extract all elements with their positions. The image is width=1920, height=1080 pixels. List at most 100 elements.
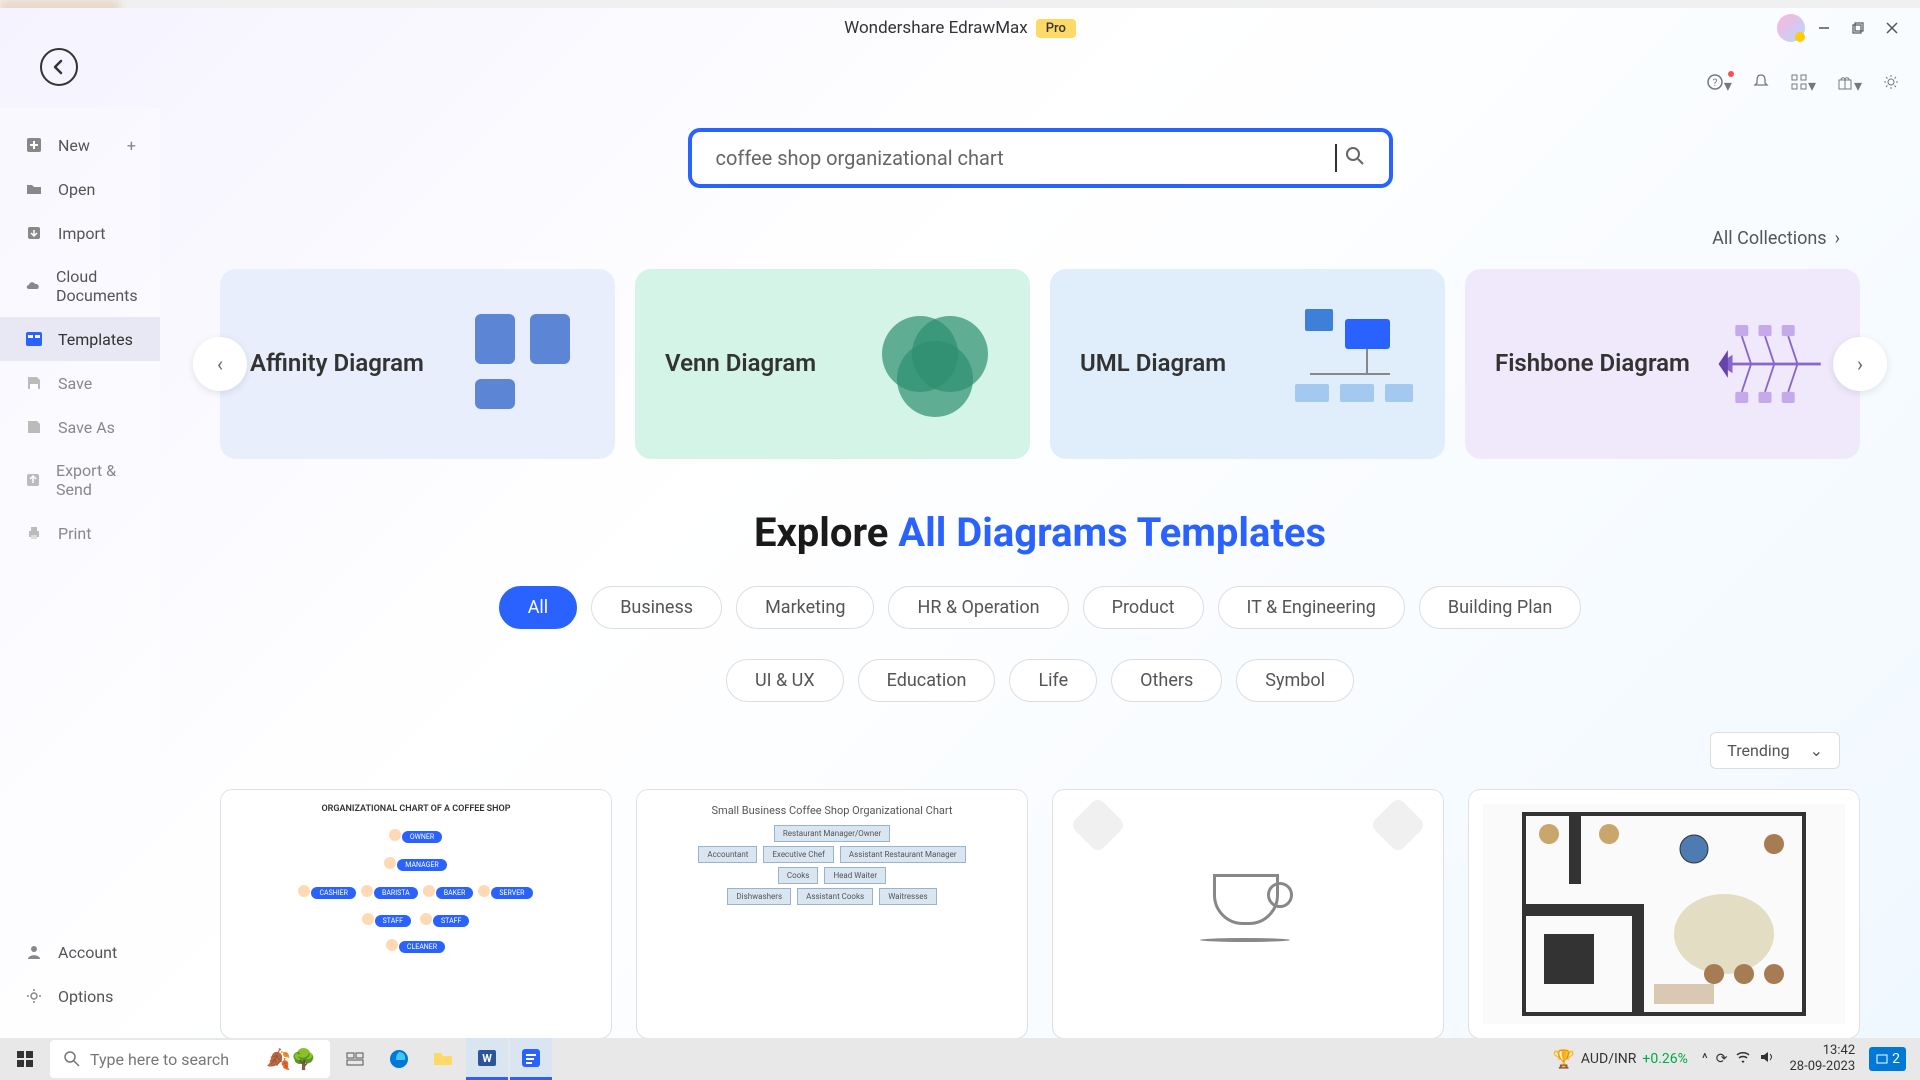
volume-icon[interactable]: [1759, 1049, 1775, 1069]
explorer-icon[interactable]: [422, 1038, 464, 1080]
sidebar-item-export[interactable]: Export & Send: [0, 449, 160, 511]
category-carousel: ‹ Affinity Diagram Venn Diagram UML Diag…: [220, 269, 1860, 459]
edrawmax-icon[interactable]: [510, 1038, 552, 1080]
task-view-icon[interactable]: [334, 1038, 376, 1080]
user-icon: [24, 942, 44, 962]
word-icon[interactable]: W: [466, 1038, 508, 1080]
template-card[interactable]: Small Business Coffee Shop Organizationa…: [636, 789, 1028, 1038]
main-content: All Collections ‹ Affinity Diagram Venn …: [160, 108, 1920, 1038]
currency-widget[interactable]: 🏆 AUD/INR +0.26%: [1552, 1049, 1687, 1070]
sidebar-item-label: Save: [58, 374, 92, 393]
sort-dropdown[interactable]: Trending ⌄: [1710, 732, 1840, 769]
carousel-next-button[interactable]: ›: [1833, 337, 1887, 391]
sidebar-item-new[interactable]: New +: [0, 123, 160, 167]
filter-chip-business[interactable]: Business: [591, 586, 722, 629]
filter-row: All Business Marketing HR & Operation Pr…: [220, 586, 1860, 629]
carousel-prev-button[interactable]: ‹: [193, 337, 247, 391]
settings-icon[interactable]: [1882, 73, 1900, 95]
filter-chip-all[interactable]: All: [499, 586, 578, 629]
template-card[interactable]: ORGANIZATIONAL CHART OF A COFFEE SHOP OW…: [220, 789, 612, 1038]
apps-icon[interactable]: ▾: [1790, 73, 1816, 95]
filter-chip-product[interactable]: Product: [1083, 586, 1204, 629]
venn-icon: [870, 299, 1000, 429]
sidebar-item-cloud[interactable]: Cloud Documents: [0, 255, 160, 317]
back-button[interactable]: [40, 48, 78, 86]
sidebar-item-label: Save As: [58, 418, 115, 437]
folder-icon: [24, 179, 44, 199]
filter-chip-hr[interactable]: HR & Operation: [888, 586, 1068, 629]
floor-plan-preview: [1483, 804, 1845, 1024]
svg-text:?: ?: [1713, 78, 1718, 89]
template-card[interactable]: Coffee Shop Layout 👁 98 ♡ 9 ⬇ 44: [1468, 789, 1860, 1038]
start-button[interactable]: [4, 1038, 46, 1080]
gift-icon[interactable]: ▾: [1836, 73, 1862, 95]
sync-icon[interactable]: ⟳: [1716, 1051, 1728, 1067]
sidebar-item-options[interactable]: Options: [0, 974, 160, 1018]
category-card-uml[interactable]: UML Diagram: [1050, 269, 1445, 459]
cloud-icon: [24, 276, 42, 296]
category-card-venn[interactable]: Venn Diagram: [635, 269, 1030, 459]
sidebar: New + Open Import Cloud Documents Templa…: [0, 108, 160, 1038]
avatar[interactable]: [1777, 14, 1805, 42]
sidebar-item-save[interactable]: Save: [0, 361, 160, 405]
category-card-fishbone[interactable]: Fishbone Diagram: [1465, 269, 1860, 459]
sidebar-item-print[interactable]: Print: [0, 511, 160, 555]
template-card[interactable]: [1052, 789, 1444, 1038]
filter-chip-it[interactable]: IT & Engineering: [1218, 586, 1405, 629]
pro-badge: Pro: [1036, 19, 1076, 38]
notifications-button[interactable]: 2: [1869, 1047, 1906, 1071]
import-icon: [24, 223, 44, 243]
filter-chip-marketing[interactable]: Marketing: [736, 586, 874, 629]
close-button[interactable]: [1884, 20, 1900, 36]
category-label: Venn Diagram: [665, 348, 816, 379]
filter-chip-others[interactable]: Others: [1111, 659, 1222, 702]
category-label: Fishbone Diagram: [1495, 348, 1690, 379]
filter-chip-education[interactable]: Education: [858, 659, 996, 702]
search-box[interactable]: [688, 128, 1393, 188]
sidebar-item-import[interactable]: Import: [0, 211, 160, 255]
filter-chip-life[interactable]: Life: [1009, 659, 1097, 702]
sidebar-item-open[interactable]: Open: [0, 167, 160, 211]
filter-chip-building[interactable]: Building Plan: [1419, 586, 1581, 629]
category-label: Affinity Diagram: [250, 348, 424, 379]
sidebar-item-account[interactable]: Account: [0, 930, 160, 974]
sidebar-item-label: Import: [58, 224, 106, 243]
secondary-toolbar: ?▾ ▾ ▾: [1706, 73, 1900, 95]
save-as-icon: [24, 417, 44, 437]
search-input[interactable]: [716, 146, 1327, 170]
sidebar-item-save-as[interactable]: Save As: [0, 405, 160, 449]
affinity-icon: [455, 299, 585, 429]
uml-icon: [1285, 299, 1415, 429]
plus-square-icon: [24, 135, 44, 155]
sidebar-item-templates[interactable]: Templates: [0, 317, 160, 361]
all-collections-link[interactable]: All Collections: [220, 228, 1860, 249]
clock[interactable]: 13:42 28-09-2023: [1789, 1043, 1855, 1074]
sidebar-item-label: Export & Send: [56, 461, 136, 499]
sidebar-item-label: Templates: [58, 330, 133, 349]
sidebar-item-label: Open: [58, 180, 95, 199]
help-icon[interactable]: ?▾: [1706, 73, 1732, 95]
chevron-up-icon[interactable]: ^: [1702, 1051, 1708, 1067]
search-icon[interactable]: [1345, 146, 1365, 170]
system-tray[interactable]: ^ ⟳: [1702, 1049, 1776, 1069]
category-card-affinity[interactable]: Affinity Diagram: [220, 269, 615, 459]
fishbone-icon: [1700, 299, 1830, 429]
print-icon: [24, 523, 44, 543]
sidebar-item-label: Print: [58, 524, 91, 543]
wifi-icon[interactable]: [1735, 1049, 1751, 1069]
minimize-button[interactable]: [1816, 20, 1832, 36]
edge-icon[interactable]: [378, 1038, 420, 1080]
title-bar: Wondershare EdrawMax Pro: [0, 8, 1920, 48]
plus-icon[interactable]: +: [127, 136, 136, 155]
coffee-cup-icon: [1208, 874, 1288, 934]
export-icon: [24, 470, 42, 490]
sidebar-item-label: Account: [58, 943, 117, 962]
filter-chip-symbol[interactable]: Symbol: [1236, 659, 1354, 702]
bell-icon[interactable]: [1752, 73, 1770, 95]
filter-chip-ui[interactable]: UI & UX: [726, 659, 844, 702]
sidebar-item-label: Cloud Documents: [56, 267, 138, 305]
explore-heading: Explore All Diagrams Templates: [220, 509, 1860, 556]
sidebar-item-label: New: [58, 136, 90, 155]
taskbar-search[interactable]: Type here to search 🍂🌳: [50, 1040, 330, 1078]
maximize-button[interactable]: [1850, 20, 1866, 36]
